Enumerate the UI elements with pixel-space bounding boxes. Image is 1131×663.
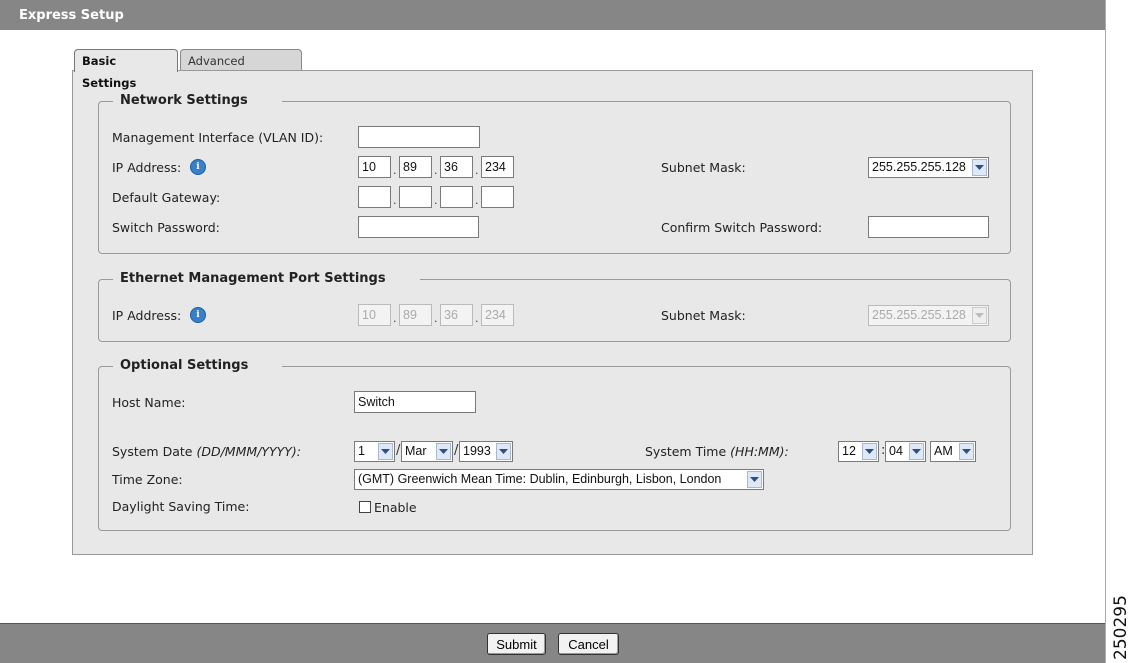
submit-button[interactable]: Submit — [487, 633, 546, 655]
window-title: Express Setup — [0, 0, 1105, 30]
express-setup-window: Express Setup Basic Settings Advanced Se… — [0, 0, 1106, 663]
date-year-select[interactable]: 1993 — [459, 441, 513, 462]
subnet-mask-value: 255.255.255.128 — [872, 160, 966, 174]
ip-address-label: IP Address: — [112, 160, 182, 175]
eth-subnet-mask-select: 255.255.255.128 — [868, 305, 989, 326]
octet-separator: . — [393, 194, 397, 207]
eth-ip-address-label: IP Address: — [112, 308, 182, 323]
eth-subnet-mask-label: Subnet Mask: — [661, 308, 746, 323]
daylight-saving-label: Daylight Saving Time: — [112, 499, 250, 514]
host-name-label: Host Name: — [112, 395, 186, 410]
octet-separator: . — [475, 164, 479, 177]
date-separator: / — [396, 443, 401, 458]
octet-separator: . — [434, 164, 438, 177]
host-name-input[interactable]: Switch — [354, 391, 476, 413]
confirm-password-input[interactable] — [868, 216, 989, 238]
mgmt-interface-label: Management Interface (VLAN ID): — [112, 130, 324, 145]
network-settings-group: Network Settings Management Interface (V… — [98, 93, 1011, 254]
time-zone-select[interactable]: (GMT) Greenwich Mean Time: Dublin, Edinb… — [354, 469, 764, 490]
time-minute-select[interactable]: 04 — [885, 441, 926, 462]
switch-password-input[interactable] — [358, 216, 479, 238]
octet-separator: . — [434, 312, 438, 325]
octet-separator: . — [475, 194, 479, 207]
chevron-down-icon — [909, 443, 924, 460]
octet-separator: . — [434, 194, 438, 207]
network-settings-legend: Network Settings — [113, 93, 282, 108]
optional-settings-group: Optional Settings Host Name: Switch Syst… — [98, 358, 1011, 531]
optional-settings-legend: Optional Settings — [113, 358, 283, 373]
chevron-down-icon — [747, 471, 762, 488]
subnet-mask-label: Subnet Mask: — [661, 160, 746, 175]
eth-ip-octet-2: 89 — [399, 304, 432, 326]
chevron-down-icon — [862, 443, 877, 460]
chevron-down-icon — [378, 443, 393, 460]
time-hour-select[interactable]: 12 — [838, 441, 879, 462]
octet-separator: . — [475, 312, 479, 325]
date-separator: / — [454, 443, 459, 458]
info-icon[interactable]: i — [190, 307, 206, 323]
eth-subnet-mask-value: 255.255.255.128 — [872, 308, 966, 322]
footer-bar: Submit Cancel — [0, 623, 1105, 663]
gateway-octet-1[interactable] — [358, 186, 391, 208]
mgmt-interface-input[interactable] — [358, 126, 480, 148]
ethernet-settings-legend: Ethernet Management Port Settings — [113, 271, 420, 286]
chevron-down-icon — [972, 307, 987, 324]
system-time-label: System Time (HH:MM): — [645, 444, 789, 459]
daylight-saving-checkbox[interactable] — [359, 501, 371, 513]
gateway-octet-2[interactable] — [399, 186, 432, 208]
system-date-label: System Date (DD/MMM/YYYY): — [112, 444, 301, 459]
gateway-octet-4[interactable] — [481, 186, 514, 208]
chevron-down-icon — [959, 443, 974, 460]
ip-octet-2[interactable]: 89 — [399, 156, 432, 178]
confirm-password-label: Confirm Switch Password: — [661, 220, 823, 235]
gateway-octet-3[interactable] — [440, 186, 473, 208]
eth-ip-octet-1: 10 — [358, 304, 391, 326]
date-day-select[interactable]: 1 — [354, 441, 395, 462]
figure-id: 250295 — [1111, 595, 1131, 660]
default-gateway-label: Default Gateway: — [112, 190, 221, 205]
cancel-button[interactable]: Cancel — [558, 633, 619, 655]
date-month-select[interactable]: Mar — [401, 441, 453, 462]
ethernet-settings-group: Ethernet Management Port Settings IP Add… — [98, 271, 1011, 342]
octet-separator: . — [393, 164, 397, 177]
chevron-down-icon — [972, 159, 987, 176]
subnet-mask-select[interactable]: 255.255.255.128 — [868, 157, 989, 178]
eth-ip-octet-3: 36 — [440, 304, 473, 326]
time-zone-label: Time Zone: — [112, 472, 183, 487]
tab-basic-settings[interactable]: Basic Settings — [74, 49, 178, 90]
ip-octet-3[interactable]: 36 — [440, 156, 473, 178]
basic-settings-panel: Network Settings Management Interface (V… — [72, 70, 1033, 555]
ip-octet-1[interactable]: 10 — [358, 156, 391, 178]
info-icon[interactable]: i — [190, 159, 206, 175]
time-ampm-select[interactable]: AM — [930, 441, 976, 462]
chevron-down-icon — [436, 443, 451, 460]
chevron-down-icon — [496, 443, 511, 460]
switch-password-label: Switch Password: — [112, 220, 220, 235]
tab-advanced-settings[interactable]: Advanced Settings — [180, 49, 302, 90]
ip-octet-4[interactable]: 234 — [481, 156, 514, 178]
eth-ip-octet-4: 234 — [481, 304, 514, 326]
daylight-saving-enable-label[interactable]: Enable — [374, 500, 417, 515]
octet-separator: . — [393, 312, 397, 325]
